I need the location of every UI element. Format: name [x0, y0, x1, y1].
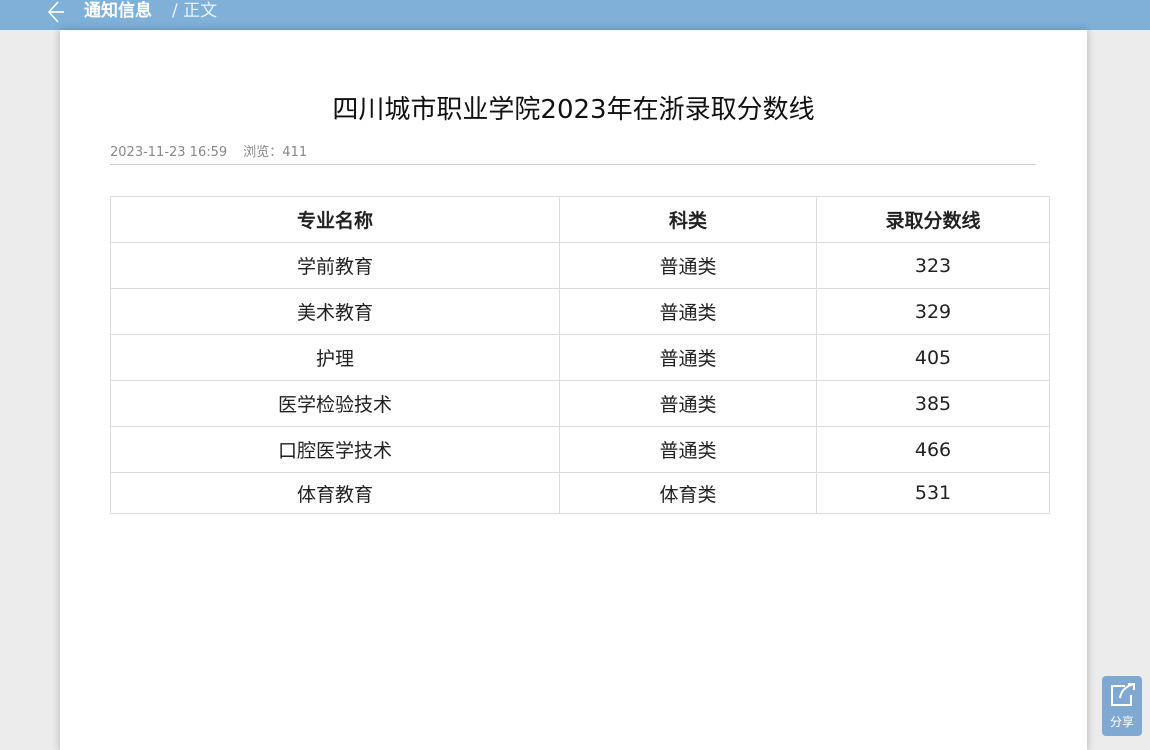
share-icon [1108, 680, 1136, 708]
category-cell: 普通类 [559, 242, 817, 289]
category-cell: 普通类 [559, 334, 817, 381]
share-label: 分享 [1109, 715, 1134, 729]
table-row: 护理 普通类 405 [110, 334, 1050, 381]
view-count: 浏览：411 [243, 145, 308, 160]
major-cell: 体育教育 [110, 472, 560, 514]
top-bar: 通知信息 / 正文 [0, 0, 1150, 30]
major-cell: 口腔医学技术 [110, 426, 560, 473]
major-cell: 美术教育 [110, 288, 560, 335]
publish-date: 2023-11-23 16:59 [110, 145, 228, 160]
category-cell: 普通类 [559, 380, 817, 427]
header-score: 录取分数线 [816, 196, 1050, 243]
breadcrumb-notice-info[interactable]: 通知信息 [84, 0, 152, 22]
score-cell: 323 [816, 242, 1050, 289]
back-arrow-icon[interactable] [44, 0, 66, 26]
score-table: 专业名称 科类 录取分数线 学前教育 普通类 323 美术教育 普通类 329 … [110, 196, 1050, 514]
score-cell: 466 [816, 426, 1050, 473]
score-cell: 531 [816, 472, 1050, 514]
header-major: 专业名称 [110, 196, 560, 243]
category-cell: 体育类 [559, 472, 817, 514]
major-cell: 护理 [110, 334, 560, 381]
score-cell: 405 [816, 334, 1050, 381]
divider [110, 164, 1036, 165]
table-header-row: 专业名称 科类 录取分数线 [110, 196, 1050, 243]
major-cell: 医学检验技术 [110, 380, 560, 427]
category-cell: 普通类 [559, 288, 817, 335]
table-row: 美术教育 普通类 329 [110, 288, 1050, 335]
breadcrumb-current: / 正文 [172, 1, 218, 21]
table-row: 医学检验技术 普通类 385 [110, 380, 1050, 427]
table-row: 学前教育 普通类 323 [110, 242, 1050, 289]
score-cell: 329 [816, 288, 1050, 335]
header-category: 科类 [559, 196, 817, 243]
category-cell: 普通类 [559, 426, 817, 473]
table-row: 口腔医学技术 普通类 466 [110, 426, 1050, 473]
page-title: 四川城市职业学院2023年在浙录取分数线 [332, 95, 815, 125]
article-meta: 2023-11-23 16:59 浏览：411 [110, 144, 319, 162]
score-cell: 385 [816, 380, 1050, 427]
article-panel: 四川城市职业学院2023年在浙录取分数线 2023-11-23 16:59 浏览… [60, 30, 1087, 750]
table-row: 体育教育 体育类 531 [110, 472, 1050, 514]
share-button[interactable]: 分享 [1102, 676, 1142, 736]
major-cell: 学前教育 [110, 242, 560, 289]
